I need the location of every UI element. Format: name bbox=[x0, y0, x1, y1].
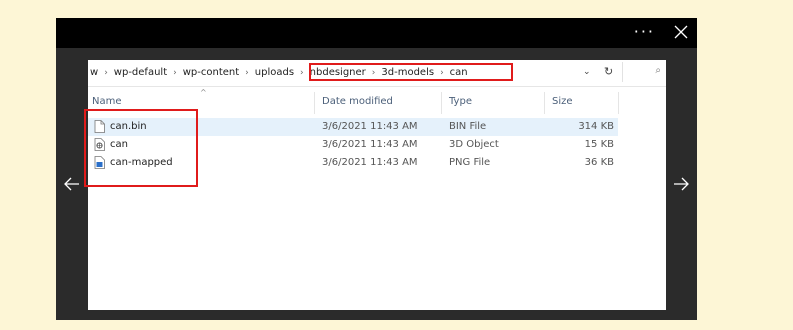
more-options-button[interactable]: ··· bbox=[634, 22, 655, 42]
column-date-modified[interactable]: Date modified bbox=[322, 96, 393, 107]
breadcrumb-item[interactable]: uploads bbox=[253, 67, 296, 78]
column-type[interactable]: Type bbox=[449, 96, 472, 107]
arrow-left-icon[interactable] bbox=[62, 174, 82, 194]
chevron-right-icon: › bbox=[300, 67, 304, 78]
file-size: 15 KB bbox=[584, 139, 614, 150]
chevron-right-icon: › bbox=[104, 67, 108, 78]
file-type: 3D Object bbox=[449, 139, 499, 150]
file-date: 3/6/2021 11:43 AM bbox=[322, 121, 418, 132]
search-icon: ⌕ bbox=[655, 65, 661, 76]
highlight-box-path bbox=[309, 63, 513, 81]
column-name[interactable]: Name bbox=[92, 96, 122, 107]
column-divider[interactable] bbox=[544, 92, 545, 114]
column-size[interactable]: Size bbox=[552, 96, 573, 107]
column-divider[interactable] bbox=[441, 92, 442, 114]
viewer-toolbar: ··· bbox=[56, 18, 697, 48]
chevron-down-icon[interactable]: ⌄ bbox=[583, 67, 591, 77]
file-size: 314 KB bbox=[578, 121, 614, 132]
file-date: 3/6/2021 11:43 AM bbox=[322, 139, 418, 150]
highlight-box-files bbox=[84, 109, 198, 187]
file-size: 36 KB bbox=[584, 157, 614, 168]
refresh-icon[interactable]: ↻ bbox=[604, 65, 613, 78]
file-type: BIN File bbox=[449, 121, 487, 132]
file-date: 3/6/2021 11:43 AM bbox=[322, 157, 418, 168]
search-input[interactable]: ⌕ bbox=[622, 62, 666, 82]
file-type: PNG File bbox=[449, 157, 491, 168]
breadcrumb-item[interactable]: wp-content bbox=[181, 67, 241, 78]
breadcrumb-item[interactable]: wp-default bbox=[112, 67, 169, 78]
close-icon[interactable] bbox=[673, 24, 689, 40]
arrow-right-icon[interactable] bbox=[671, 174, 691, 194]
chevron-right-icon: › bbox=[173, 67, 177, 78]
sort-ascending-icon: ^ bbox=[200, 88, 207, 97]
breadcrumb-item[interactable]: w bbox=[88, 67, 100, 78]
column-divider[interactable] bbox=[618, 92, 619, 114]
column-divider[interactable] bbox=[314, 92, 315, 114]
chevron-right-icon: › bbox=[245, 67, 249, 78]
